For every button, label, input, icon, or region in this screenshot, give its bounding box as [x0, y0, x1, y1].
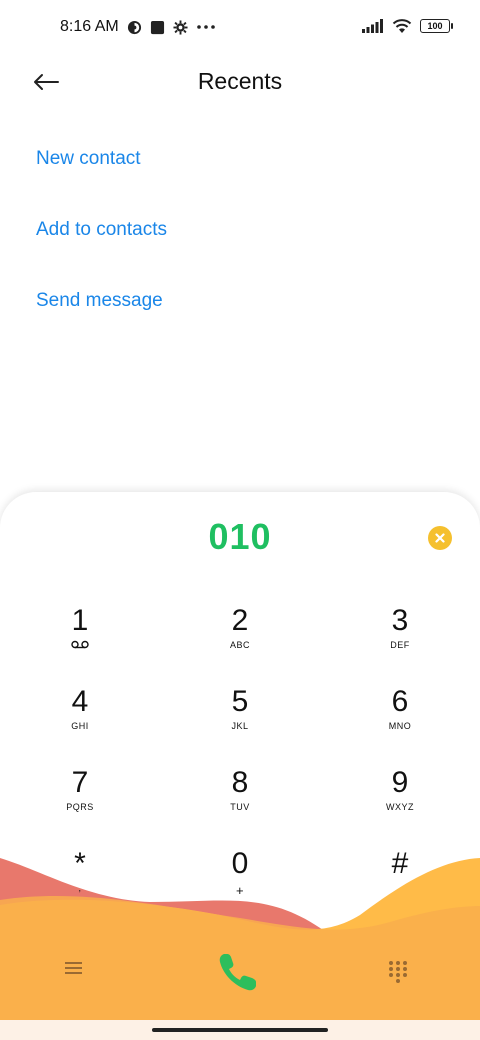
battery-icon: 100 [420, 19, 453, 33]
key-digit: 3 [391, 604, 409, 637]
key-letters: DEF [390, 640, 410, 650]
menu-icon [65, 962, 82, 974]
key-1[interactable]: 1 [20, 604, 140, 674]
key-digit: * [74, 847, 86, 880]
new-contact-link[interactable]: New contact [36, 148, 141, 170]
vpn-icon [127, 20, 142, 35]
key-2[interactable]: 2 ABC [180, 604, 300, 674]
phone-icon [219, 954, 256, 991]
key-digit: # [391, 847, 409, 880]
home-indicator[interactable] [152, 1028, 328, 1032]
key-digit: 9 [391, 766, 409, 799]
header: Recents [0, 56, 480, 108]
call-button[interactable] [214, 948, 266, 1000]
key-digit: 2 [231, 604, 249, 637]
menu-button[interactable] [64, 960, 92, 984]
key-digit: 6 [391, 685, 409, 718]
status-time: 8:16 AM [60, 18, 119, 35]
key-9[interactable]: 9 WXYZ [340, 766, 460, 836]
key-0[interactable]: 0 + [180, 847, 300, 917]
status-left: 8:16 AM [60, 18, 216, 36]
key-letters: JKL [231, 721, 249, 731]
page-title: Recents [197, 68, 283, 94]
status-bar: 8:16 AM 100 [0, 0, 480, 56]
keypad-toggle-button[interactable] [388, 960, 416, 988]
dialer-bottom-bar [0, 920, 480, 1020]
send-message-link[interactable]: Send message [36, 290, 163, 312]
key-star[interactable]: * , [20, 847, 140, 917]
key-letters: MNO [388, 721, 412, 731]
settings-icon [173, 19, 188, 35]
key-4[interactable]: 4 GHI [20, 685, 140, 755]
key-digit: 5 [231, 685, 249, 718]
key-7[interactable]: 7 PQRS [20, 766, 140, 836]
key-digit: 8 [231, 766, 249, 799]
dialed-number: 010 [208, 516, 272, 557]
key-hash[interactable]: # [340, 847, 460, 917]
key-6[interactable]: 6 MNO [340, 685, 460, 755]
key-digit: 7 [71, 766, 89, 799]
key-digit: 1 [71, 604, 89, 637]
key-letters: ABC [229, 640, 250, 650]
key-3[interactable]: 3 DEF [340, 604, 460, 674]
close-icon [435, 533, 445, 543]
key-digit: 0 [231, 847, 249, 880]
signal-icon [362, 19, 384, 33]
clear-number-button[interactable] [428, 526, 452, 550]
key-letters: + [235, 883, 245, 898]
add-to-contacts-link[interactable]: Add to contacts [36, 219, 167, 241]
voicemail-icon [20, 640, 140, 651]
key-letters: TUV [230, 802, 250, 812]
dialer-panel: 010 1 2 ABC 3 DEF 4 GHI 5 JKL 6 MNO 7 PQ… [0, 492, 480, 1040]
key-digit: 4 [71, 685, 89, 718]
key-5[interactable]: 5 JKL [180, 685, 300, 755]
dialpad-icon [389, 961, 407, 983]
wifi-icon [392, 18, 412, 34]
key-letters: GHI [71, 721, 89, 731]
square-notification-icon [150, 20, 165, 35]
key-letters: , [78, 883, 82, 893]
key-letters: PQRS [66, 802, 94, 812]
more-dots-icon [196, 24, 216, 30]
key-8[interactable]: 8 TUV [180, 766, 300, 836]
status-right: 100 [362, 18, 453, 34]
key-letters: WXYZ [386, 802, 414, 812]
